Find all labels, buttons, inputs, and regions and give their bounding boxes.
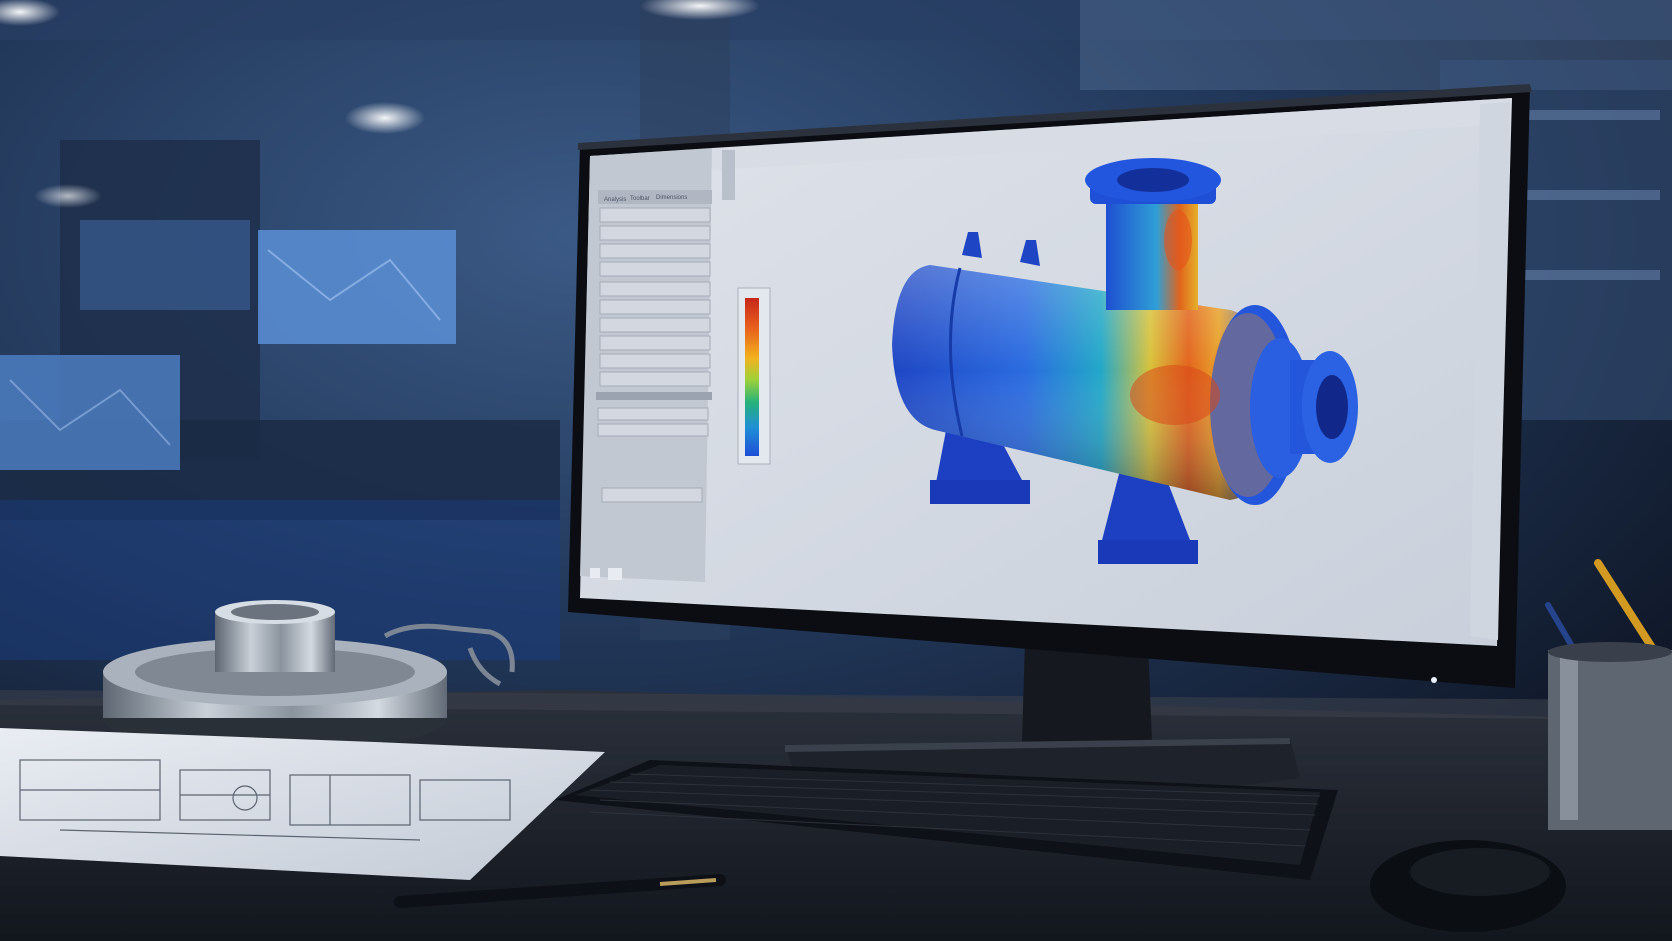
panel-tab-toolbar[interactable]: Toolbar bbox=[630, 196, 650, 202]
mouse bbox=[1370, 840, 1566, 932]
workstation-scene: Analysis Toolbar Dimensions bbox=[0, 0, 1672, 941]
panel-tab-analysis[interactable]: Analysis bbox=[604, 197, 626, 203]
panel-tab-dimensions[interactable]: Dimensions bbox=[656, 195, 687, 201]
stress-color-legend bbox=[737, 287, 771, 465]
